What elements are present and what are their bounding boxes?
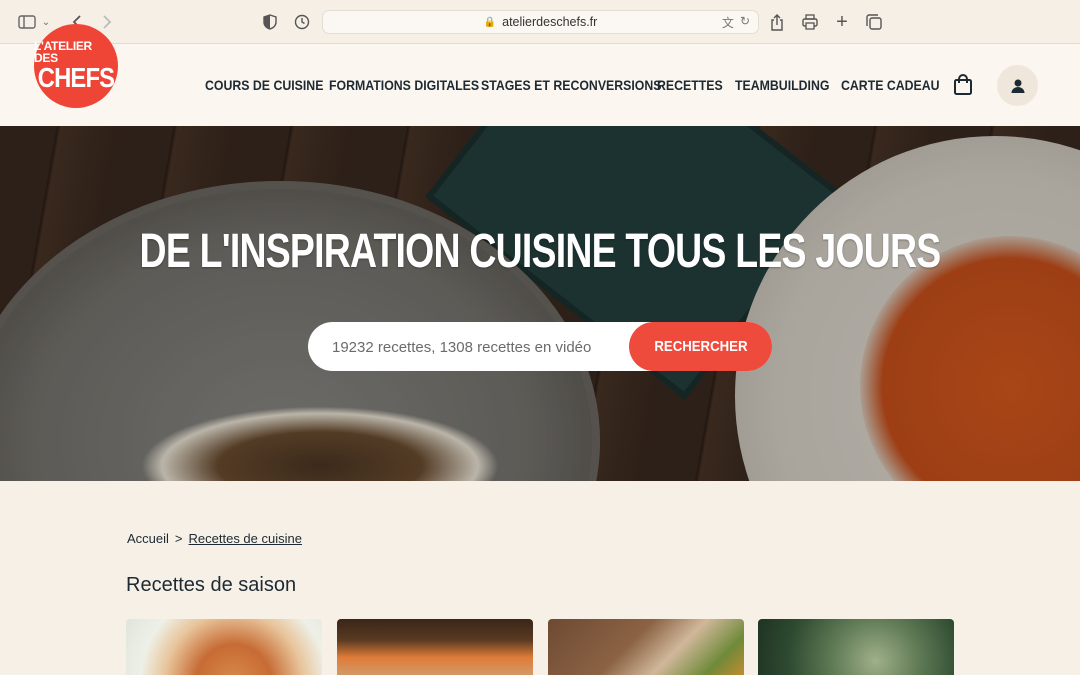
main-nav: COURS DE CUISINE FORMATIONS DIGITALES ST…	[205, 77, 941, 93]
browser-toolbar: ⌄ 🔒 atelierdeschefs.fr 文 ↻ +	[0, 0, 1080, 44]
tabs-overview-icon[interactable]	[863, 11, 885, 33]
hero-banner: DE L'INSPIRATION CUISINE TOUS LES JOURS …	[0, 126, 1080, 481]
recipe-card[interactable]	[337, 619, 533, 675]
shield-icon[interactable]	[259, 11, 281, 33]
breadcrumb: Accueil > Recettes de cuisine	[127, 531, 302, 546]
breadcrumb-current[interactable]: Recettes de cuisine	[189, 531, 302, 546]
nav-teambuilding[interactable]: TEAMBUILDING	[735, 77, 829, 93]
sweet-potato-image	[337, 619, 533, 675]
hero-overlay	[0, 126, 1080, 481]
nav-carte-cadeau[interactable]: CARTE CADEAU	[841, 77, 940, 93]
user-icon	[1011, 79, 1024, 93]
logo-line2: CHEFS	[37, 62, 115, 93]
apple-tart-image	[126, 619, 322, 675]
address-bar[interactable]: 🔒 atelierdeschefs.fr 文 ↻	[322, 10, 759, 34]
hero-title: DE L'INSPIRATION CUISINE TOUS LES JOURS	[139, 225, 942, 278]
nav-formations-digitales[interactable]: FORMATIONS DIGITALES	[329, 77, 479, 93]
new-tab-icon[interactable]: +	[831, 11, 853, 33]
chevron-down-icon[interactable]: ⌄	[38, 11, 54, 33]
recipe-card[interactable]	[548, 619, 744, 675]
site-header: COURS DE CUISINE FORMATIONS DIGITALES ST…	[0, 44, 1080, 126]
search-input[interactable]	[332, 334, 604, 360]
print-icon[interactable]	[799, 11, 821, 33]
history-icon[interactable]	[291, 11, 313, 33]
nav-recettes[interactable]: RECETTES	[657, 77, 726, 93]
translate-icon[interactable]: 文	[722, 14, 734, 31]
shopping-bag-icon[interactable]	[953, 74, 975, 98]
nav-stages-et-reconversions[interactable]: STAGES ET RECONVERSIONS	[481, 77, 661, 93]
lock-icon: 🔒	[483, 16, 497, 28]
vegetable-platter-image	[548, 619, 744, 675]
share-icon[interactable]	[766, 11, 788, 33]
recipe-card[interactable]	[126, 619, 322, 675]
reload-icon[interactable]: ↻	[740, 14, 750, 31]
cabbage-broccoli-image	[758, 619, 954, 675]
breadcrumb-home[interactable]: Accueil	[127, 531, 169, 546]
recipe-card[interactable]	[758, 619, 954, 675]
forward-icon[interactable]	[96, 11, 118, 33]
search-button-label: RECHERCHER	[653, 338, 748, 355]
site-logo[interactable]: L'ATELIER DES CHEFS	[34, 24, 118, 108]
nav-cours-de-cuisine[interactable]: COURS DE CUISINE	[205, 77, 323, 93]
account-button[interactable]	[997, 65, 1038, 106]
logo-line1: L'ATELIER DES	[34, 39, 92, 65]
sidebar-toggle-icon[interactable]	[16, 11, 38, 33]
breadcrumb-separator: >	[174, 531, 183, 546]
search-button[interactable]: RECHERCHER	[629, 322, 772, 371]
url-text: atelierdeschefs.fr	[502, 15, 598, 29]
section-title: Recettes de saison	[126, 574, 297, 596]
